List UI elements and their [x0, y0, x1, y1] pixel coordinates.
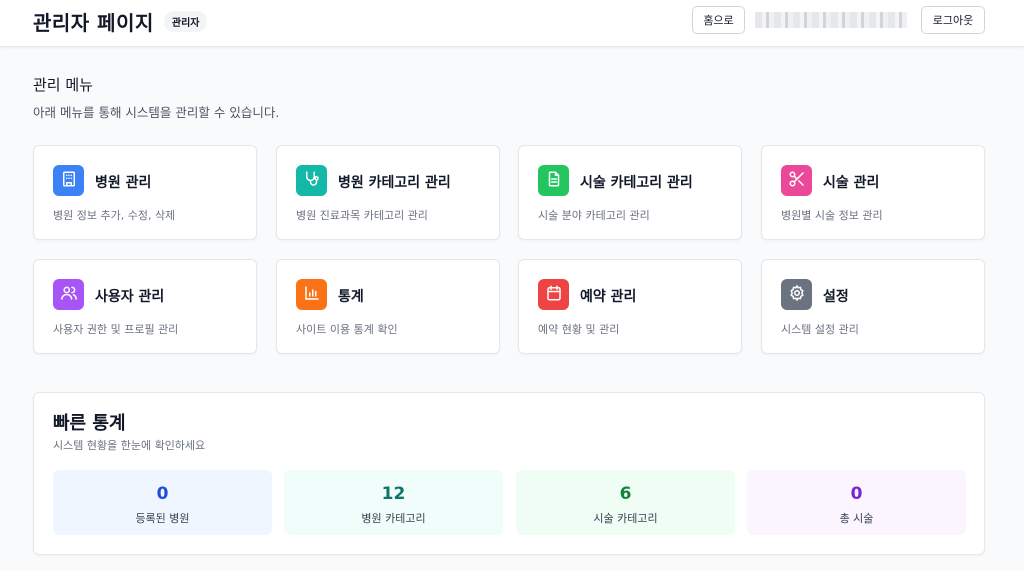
- stat-value: 12: [381, 484, 406, 504]
- menu-card-title: 설정: [823, 289, 849, 305]
- stat-label: 시술 카테고리: [593, 512, 658, 525]
- menu-card-description: 예약 현황 및 관리: [538, 323, 620, 336]
- menu-card-icon-box: [53, 279, 84, 310]
- menu-section-title: 관리 메뉴: [33, 76, 93, 94]
- menu-card-treatment[interactable]: 시술 관리 병원별 시술 정보 관리: [761, 145, 985, 240]
- menu-card-description: 사이트 이용 통계 확인: [296, 323, 398, 336]
- menu-card-icon-box: [296, 165, 327, 196]
- menu-card-title: 시술 관리: [823, 175, 880, 191]
- stat-value: 0: [156, 484, 169, 504]
- brand: 관리자 페이지 관리자: [33, 7, 208, 36]
- stat-registered-hospitals: 0 등록된 병원: [53, 470, 272, 535]
- menu-card-description: 병원별 시술 정보 관리: [781, 209, 883, 222]
- top-header: 관리자 페이지 관리자 홈으로 로그아웃: [0, 0, 1024, 47]
- document-icon: [545, 170, 563, 192]
- menu-card-title: 사용자 관리: [95, 289, 165, 305]
- menu-card-reservations[interactable]: 예약 관리 예약 현황 및 관리: [518, 259, 742, 354]
- menu-card-settings[interactable]: 설정 시스템 설정 관리: [761, 259, 985, 354]
- stat-value: 6: [619, 484, 632, 504]
- quick-stats-panel: 빠른 통계 시스템 현황을 한눈에 확인하세요 0 등록된 병원 12 병원 카…: [33, 392, 985, 555]
- quick-stats-title: 빠른 통계: [53, 413, 126, 434]
- menu-card-description: 사용자 권한 및 프로필 관리: [53, 323, 179, 336]
- menu-card-title: 병원 관리: [95, 175, 152, 191]
- scissors-icon: [788, 170, 806, 192]
- menu-card-title: 시술 카테고리 관리: [580, 175, 693, 191]
- page-title: 관리자 페이지: [33, 11, 154, 35]
- hospital-icon: [60, 170, 78, 192]
- home-button[interactable]: 홈으로: [692, 6, 745, 34]
- bar-chart-icon: [303, 284, 321, 306]
- menu-card-icon-box: [781, 279, 812, 310]
- stethoscope-icon: [303, 170, 321, 192]
- stat-label: 등록된 병원: [135, 512, 190, 525]
- menu-card-icon-box: [296, 279, 327, 310]
- menu-card-treatment-category[interactable]: 시술 카테고리 관리 시술 분야 카테고리 관리: [518, 145, 742, 240]
- menu-card-icon-box: [538, 279, 569, 310]
- menu-card-statistics[interactable]: 통계 사이트 이용 통계 확인: [276, 259, 500, 354]
- menu-card-hospital[interactable]: 병원 관리 병원 정보 추가, 수정, 삭제: [33, 145, 257, 240]
- menu-card-title: 병원 카테고리 관리: [338, 175, 451, 191]
- stat-hospital-categories: 12 병원 카테고리: [284, 470, 503, 535]
- menu-card-icon-box: [53, 165, 84, 196]
- stat-total-treatments: 0 총 시술: [747, 470, 966, 535]
- menu-card-description: 시술 분야 카테고리 관리: [538, 209, 650, 222]
- user-info-redacted: [755, 12, 907, 28]
- menu-card-icon-box: [781, 165, 812, 196]
- menu-card-icon-box: [538, 165, 569, 196]
- stat-treatment-categories: 6 시술 카테고리: [516, 470, 735, 535]
- menu-section-description: 아래 메뉴를 통해 시스템을 관리할 수 있습니다.: [33, 105, 280, 120]
- menu-card-description: 병원 진료과목 카테고리 관리: [296, 209, 428, 222]
- calendar-icon: [545, 284, 563, 306]
- role-badge: 관리자: [163, 11, 208, 32]
- gear-icon: [788, 284, 806, 306]
- menu-card-title: 예약 관리: [580, 289, 637, 305]
- logout-button[interactable]: 로그아웃: [921, 6, 985, 34]
- stat-label: 병원 카테고리: [361, 512, 426, 525]
- menu-card-title: 통계: [338, 289, 364, 305]
- stat-value: 0: [850, 484, 863, 504]
- menu-card-users[interactable]: 사용자 관리 사용자 권한 및 프로필 관리: [33, 259, 257, 354]
- users-icon: [60, 284, 78, 306]
- menu-card-description: 시스템 설정 관리: [781, 323, 859, 336]
- quick-stats-description: 시스템 현황을 한눈에 확인하세요: [53, 439, 206, 452]
- menu-card-description: 병원 정보 추가, 수정, 삭제: [53, 209, 176, 222]
- menu-card-hospital-category[interactable]: 병원 카테고리 관리 병원 진료과목 카테고리 관리: [276, 145, 500, 240]
- stat-label: 총 시술: [839, 512, 874, 525]
